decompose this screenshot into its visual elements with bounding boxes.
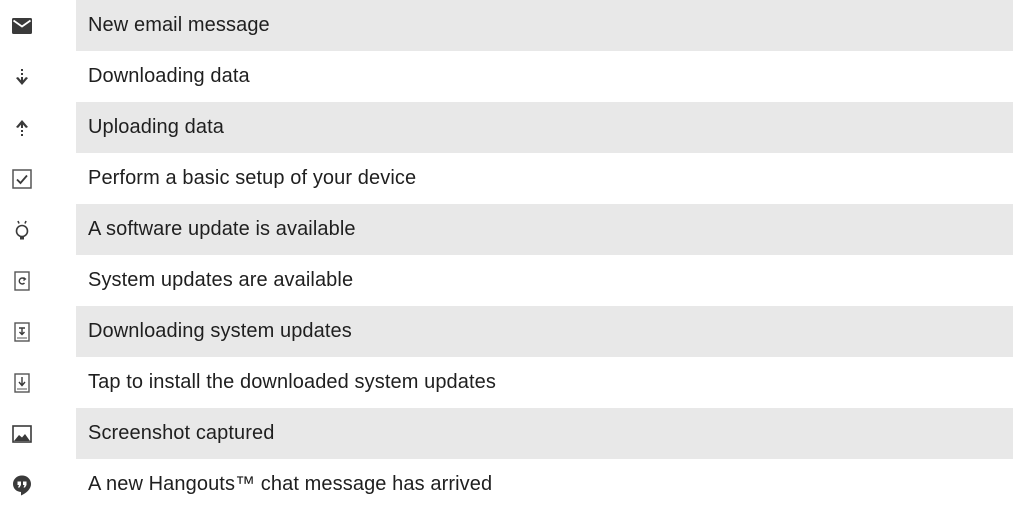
icon-cell <box>0 153 76 204</box>
notification-icons-table: New email message Downloading data Uploa… <box>0 0 1013 510</box>
row-label: Uploading data <box>76 102 1013 153</box>
row-label: Tap to install the downloaded system upd… <box>76 357 1013 408</box>
lightbulb-icon <box>10 218 34 242</box>
download-arrow-icon <box>10 65 34 89</box>
system-update-icon <box>10 269 34 293</box>
table-row: A software update is available <box>0 204 1013 255</box>
system-download-icon <box>10 320 34 344</box>
icon-cell <box>0 0 76 51</box>
table-row: Screenshot captured <box>0 408 1013 459</box>
table-row: Uploading data <box>0 102 1013 153</box>
icon-cell <box>0 306 76 357</box>
row-label: Screenshot captured <box>76 408 1013 459</box>
icon-cell <box>0 51 76 102</box>
icon-cell <box>0 255 76 306</box>
table-row: Tap to install the downloaded system upd… <box>0 357 1013 408</box>
row-label: System updates are available <box>76 255 1013 306</box>
row-label: Downloading system updates <box>76 306 1013 357</box>
table-row: Downloading data <box>0 51 1013 102</box>
icon-cell <box>0 357 76 408</box>
email-icon <box>10 14 34 38</box>
screenshot-icon <box>10 422 34 446</box>
icon-cell <box>0 102 76 153</box>
icon-cell <box>0 204 76 255</box>
table-row: Perform a basic setup of your device <box>0 153 1013 204</box>
icon-cell <box>0 459 76 510</box>
table-row: New email message <box>0 0 1013 51</box>
row-label: Perform a basic setup of your device <box>76 153 1013 204</box>
install-update-icon <box>10 371 34 395</box>
checkbox-icon <box>10 167 34 191</box>
row-label: New email message <box>76 0 1013 51</box>
row-label: A software update is available <box>76 204 1013 255</box>
hangouts-icon <box>10 473 34 497</box>
icon-cell <box>0 408 76 459</box>
table-row: Downloading system updates <box>0 306 1013 357</box>
table-row: A new Hangouts™ chat message has arrived <box>0 459 1013 510</box>
upload-arrow-icon <box>10 116 34 140</box>
row-label: A new Hangouts™ chat message has arrived <box>76 459 1013 510</box>
row-label: Downloading data <box>76 51 1013 102</box>
table-row: System updates are available <box>0 255 1013 306</box>
